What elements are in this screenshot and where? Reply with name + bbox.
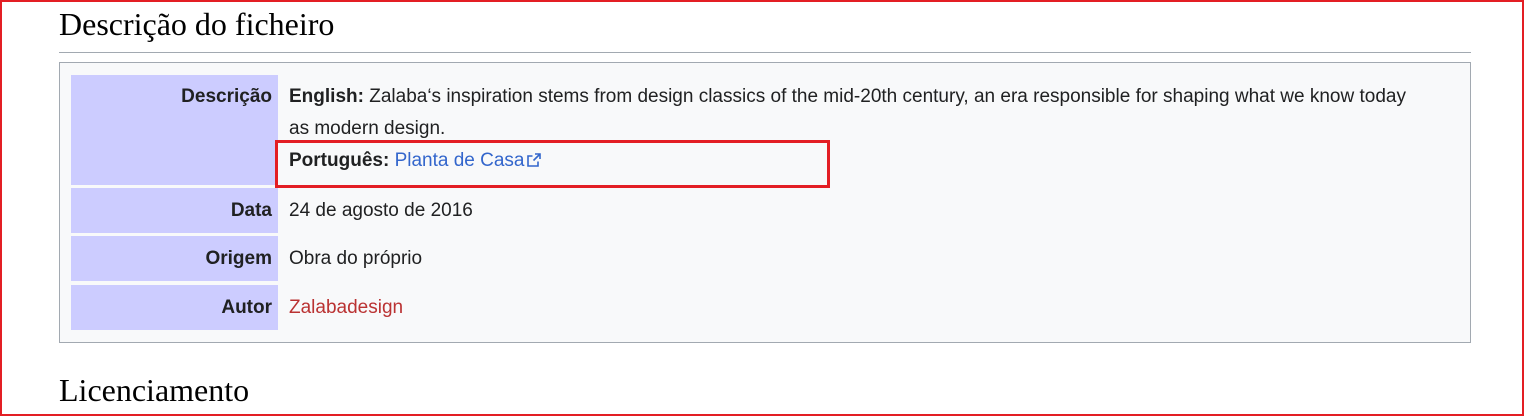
planta-de-casa-link[interactable]: Planta de Casa <box>395 150 543 171</box>
description-value: English: Zalaba‘s inspiration stems from… <box>289 81 1461 177</box>
author-value: Zalabadesign <box>289 285 1461 331</box>
source-row: Origem Obra do próprio <box>71 236 1461 281</box>
source-label: Origem <box>71 236 278 281</box>
author-link[interactable]: Zalabadesign <box>289 297 403 318</box>
author-row: Autor Zalabadesign <box>71 285 1461 330</box>
english-lang-label: English: <box>289 86 364 107</box>
external-link-icon <box>527 153 542 167</box>
description-label: Descrição <box>71 75 278 185</box>
english-description-text: Zalaba‘s inspiration stems from design c… <box>289 86 1406 139</box>
licensing-heading: Licenciamento <box>59 372 250 408</box>
heading-divider <box>59 52 1471 53</box>
portuguese-description: Português: Planta de Casa <box>289 145 1461 177</box>
file-info-table: Descrição English: Zalaba‘s inspiration … <box>59 62 1471 343</box>
date-row: Data 24 de agosto de 2016 <box>71 188 1461 233</box>
date-value: 24 de agosto de 2016 <box>289 200 473 221</box>
author-label: Autor <box>71 285 278 330</box>
date-label: Data <box>71 188 278 233</box>
file-description-heading: Descrição do ficheiro <box>59 6 335 42</box>
portuguese-lang-label: Português: <box>289 150 390 171</box>
source-value: Obra do próprio <box>289 248 423 269</box>
planta-de-casa-link-text: Planta de Casa <box>394 150 525 171</box>
english-description: English: Zalaba‘s inspiration stems from… <box>289 81 1429 145</box>
description-row: Descrição English: Zalaba‘s inspiration … <box>71 75 1461 185</box>
